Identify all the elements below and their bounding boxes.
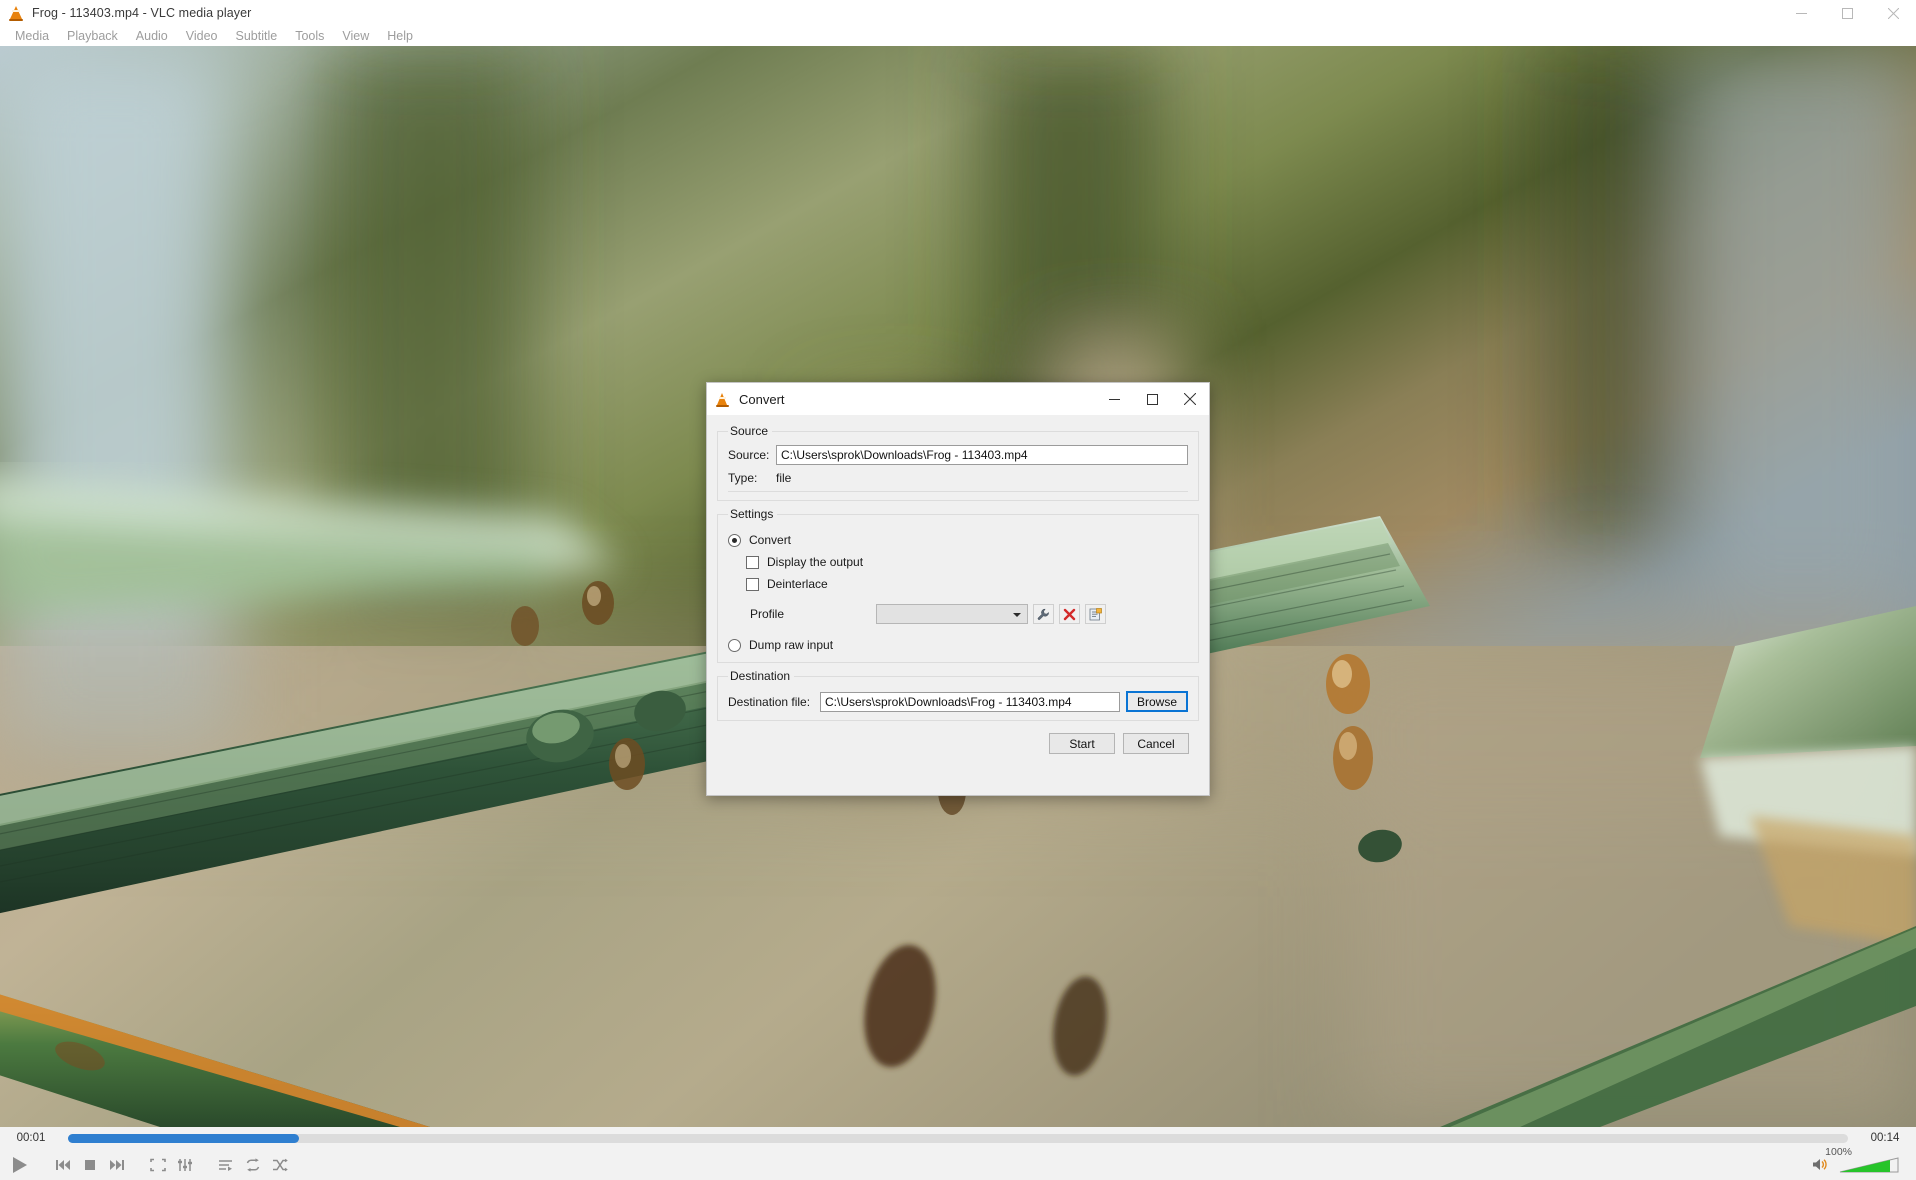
dialog-footer: Start Cancel bbox=[717, 727, 1199, 754]
window-controls bbox=[1778, 0, 1916, 26]
equalizer-button[interactable] bbox=[171, 1152, 198, 1177]
new-profile-icon bbox=[1089, 607, 1102, 620]
convert-radio[interactable] bbox=[728, 533, 741, 547]
chevron-down-icon bbox=[1013, 613, 1021, 617]
source-row: Source: bbox=[728, 445, 1188, 465]
convert-dialog-title: Convert bbox=[739, 391, 785, 407]
seek-bar-row: 00:01 00:14 bbox=[0, 1127, 1916, 1149]
destination-file-input[interactable] bbox=[820, 691, 1120, 712]
delete-profile-button[interactable] bbox=[1059, 604, 1080, 624]
profile-select[interactable] bbox=[876, 604, 1028, 624]
convert-dialog-titlebar: Convert bbox=[707, 383, 1209, 416]
vlc-main-window: Frog - 113403.mp4 - VLC media player Med… bbox=[0, 0, 1916, 1180]
loop-button[interactable] bbox=[239, 1152, 266, 1177]
control-bar: 100% bbox=[0, 1146, 1916, 1180]
source-group-legend: Source bbox=[730, 424, 769, 438]
window-title: Frog - 113403.mp4 - VLC media player bbox=[32, 6, 252, 20]
shuffle-button[interactable] bbox=[266, 1152, 293, 1177]
dump-raw-input-row[interactable]: Dump raw input bbox=[728, 638, 1188, 652]
destination-group-legend: Destination bbox=[730, 669, 791, 683]
cancel-button[interactable]: Cancel bbox=[1123, 733, 1189, 754]
total-time: 00:14 bbox=[1870, 1132, 1900, 1144]
play-button[interactable] bbox=[3, 1151, 35, 1178]
source-label: Source: bbox=[728, 448, 770, 462]
next-button[interactable] bbox=[103, 1152, 130, 1177]
menu-item-view[interactable]: View bbox=[333, 27, 378, 45]
wrench-icon bbox=[1037, 608, 1049, 620]
destination-file-row: Destination file: Browse bbox=[728, 691, 1188, 712]
browse-button[interactable]: Browse bbox=[1126, 691, 1188, 712]
source-group: Source Source: Type: file bbox=[717, 424, 1199, 501]
profile-row: Profile bbox=[750, 604, 1188, 624]
menu-item-help[interactable]: Help bbox=[378, 27, 422, 45]
convert-dialog: Convert Source Source: C:\Users\sprok\Do… bbox=[706, 382, 1210, 796]
menu-item-subtitle[interactable]: Subtitle bbox=[227, 27, 287, 45]
menu-item-tools[interactable]: Tools bbox=[286, 27, 333, 45]
convert-radio-label: Convert bbox=[749, 533, 792, 547]
stop-button[interactable] bbox=[76, 1152, 103, 1177]
minimize-icon[interactable] bbox=[1778, 0, 1824, 26]
menu-item-audio[interactable]: Audio bbox=[127, 27, 177, 45]
deinterlace-row[interactable]: Deinterlace bbox=[746, 577, 1188, 591]
destination-file-label: Destination file: bbox=[728, 694, 811, 709]
profile-label: Profile bbox=[750, 607, 785, 621]
type-value: file bbox=[776, 471, 792, 485]
vlc-cone-icon bbox=[8, 5, 24, 21]
seek-slider[interactable] bbox=[68, 1133, 1848, 1143]
maximize-icon[interactable] bbox=[1824, 0, 1870, 26]
menubar: Media Playback Audio Video Subtitle Tool… bbox=[0, 26, 1916, 46]
start-button[interactable]: Start bbox=[1049, 733, 1115, 754]
settings-group-legend: Settings bbox=[730, 507, 774, 521]
deinterlace-checkbox[interactable] bbox=[746, 577, 759, 591]
display-output-label: Display the output bbox=[767, 555, 864, 569]
menu-item-media[interactable]: Media bbox=[6, 27, 58, 45]
playlist-button[interactable] bbox=[212, 1152, 239, 1177]
convert-radio-row[interactable]: Convert bbox=[728, 533, 1188, 547]
type-row: Type: file bbox=[728, 471, 1188, 492]
close-icon[interactable] bbox=[1171, 383, 1209, 415]
volume-slider[interactable] bbox=[1838, 1155, 1902, 1175]
new-profile-button[interactable] bbox=[1085, 604, 1106, 624]
volume-control[interactable]: 100% bbox=[1807, 1146, 1902, 1177]
destination-group: Destination Destination file: Browse bbox=[717, 669, 1199, 721]
deinterlace-label: Deinterlace bbox=[767, 577, 828, 591]
minimize-icon[interactable] bbox=[1095, 383, 1133, 415]
type-label: Type: bbox=[728, 471, 758, 485]
red-x-icon bbox=[1063, 608, 1076, 620]
fullscreen-button[interactable] bbox=[144, 1152, 171, 1177]
source-input[interactable] bbox=[776, 445, 1188, 465]
elapsed-time: 00:01 bbox=[16, 1132, 46, 1144]
seek-progress-fill bbox=[68, 1133, 300, 1143]
vlc-cone-icon bbox=[716, 392, 730, 407]
close-icon[interactable] bbox=[1870, 0, 1916, 26]
previous-button[interactable] bbox=[49, 1152, 76, 1177]
convert-dialog-window-controls bbox=[1095, 383, 1209, 415]
display-output-row[interactable]: Display the output bbox=[746, 555, 1188, 569]
dump-raw-input-label: Dump raw input bbox=[749, 638, 834, 652]
display-output-checkbox[interactable] bbox=[746, 555, 759, 569]
menu-item-playback[interactable]: Playback bbox=[58, 27, 127, 45]
settings-group: Settings Convert Display the output Dein… bbox=[717, 507, 1199, 663]
dump-raw-input-radio[interactable] bbox=[728, 638, 741, 652]
menu-item-video[interactable]: Video bbox=[177, 27, 227, 45]
convert-dialog-body: Source Source: Type: file Settings Conve… bbox=[707, 416, 1209, 754]
maximize-icon[interactable] bbox=[1133, 383, 1171, 415]
window-titlebar: Frog - 113403.mp4 - VLC media player bbox=[0, 0, 1916, 26]
edit-profile-button[interactable] bbox=[1033, 604, 1054, 624]
